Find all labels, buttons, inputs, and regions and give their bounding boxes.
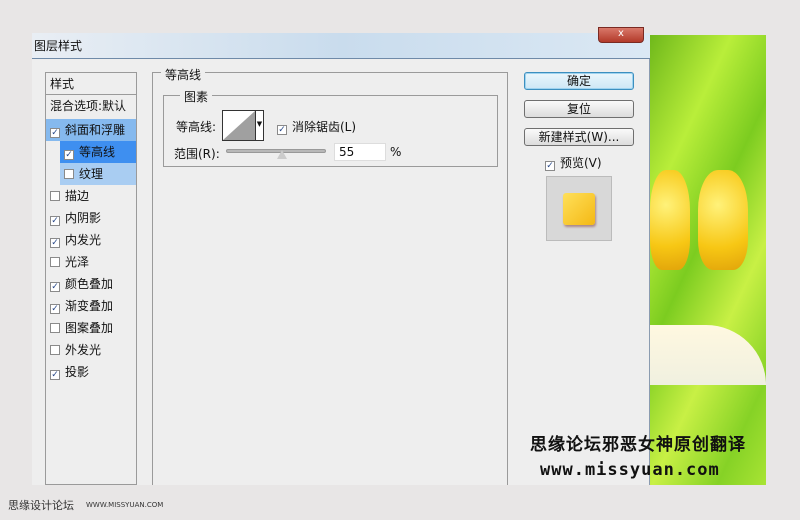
checkbox[interactable]: ✓ bbox=[50, 282, 60, 292]
footer-url: WWW.MISSYUAN.COM bbox=[86, 501, 164, 509]
watermark-url: www.missyuan.com bbox=[540, 460, 720, 480]
cream-shape bbox=[650, 325, 766, 385]
ok-button[interactable]: 确定 bbox=[524, 72, 634, 90]
checkbox[interactable] bbox=[50, 323, 60, 333]
style-item-drop-shadow[interactable]: ✓ 投影 bbox=[46, 361, 136, 383]
antialias-label: 消除锯齿(L) bbox=[292, 120, 357, 134]
preview-checkbox[interactable]: ✓ 预览(V) bbox=[545, 154, 602, 171]
reset-button[interactable]: 复位 bbox=[524, 100, 634, 118]
range-label: 范围(R): bbox=[174, 147, 220, 161]
style-item-bevel-emboss[interactable]: ✓ 斜面和浮雕 bbox=[46, 119, 136, 141]
style-label: 外发光 bbox=[65, 343, 102, 357]
dialog-title: 图层样式 bbox=[34, 39, 83, 53]
checkbox[interactable] bbox=[50, 191, 60, 201]
checkbox[interactable] bbox=[64, 169, 74, 179]
style-item-color-overlay[interactable]: ✓ 颜色叠加 bbox=[46, 273, 136, 295]
preview-label: 预览(V) bbox=[560, 156, 602, 170]
subgroup-title: 图素 bbox=[180, 88, 213, 105]
yellow-letter bbox=[650, 170, 690, 270]
style-item-outer-glow[interactable]: 外发光 bbox=[46, 339, 136, 361]
style-item-gradient-overlay[interactable]: ✓ 渐变叠加 bbox=[46, 295, 136, 317]
antialias-checkbox[interactable]: ✓ 消除锯齿(L) bbox=[277, 118, 356, 135]
range-unit: % bbox=[390, 145, 402, 159]
style-label: 图案叠加 bbox=[65, 321, 114, 335]
dropdown-arrow-icon[interactable]: ▼ bbox=[255, 111, 263, 140]
group-title: 等高线 bbox=[161, 66, 206, 83]
checkbox[interactable]: ✓ bbox=[50, 216, 60, 226]
title-bar[interactable]: 图层样式 x bbox=[32, 27, 650, 59]
checkbox[interactable] bbox=[50, 345, 60, 355]
blending-options[interactable]: 混合选项:默认 bbox=[46, 95, 136, 117]
slider-thumb[interactable] bbox=[277, 150, 287, 159]
checkbox[interactable]: ✓ bbox=[277, 125, 287, 135]
checkbox[interactable]: ✓ bbox=[64, 150, 74, 160]
style-label: 颜色叠加 bbox=[65, 277, 114, 291]
range-input[interactable]: 55 bbox=[334, 143, 386, 161]
style-label: 渐变叠加 bbox=[65, 299, 114, 313]
checkbox[interactable]: ✓ bbox=[50, 304, 60, 314]
close-button[interactable]: x bbox=[598, 27, 644, 43]
canvas-preview-image bbox=[650, 35, 766, 485]
checkbox[interactable]: ✓ bbox=[545, 161, 555, 171]
style-item-inner-glow[interactable]: ✓ 内发光 bbox=[46, 229, 136, 251]
range-slider[interactable] bbox=[226, 149, 326, 159]
style-item-texture[interactable]: 纹理 bbox=[60, 163, 136, 185]
style-label: 描边 bbox=[65, 189, 90, 203]
style-preview-swatch bbox=[546, 176, 612, 241]
style-item-pattern-overlay[interactable]: 图案叠加 bbox=[46, 317, 136, 339]
style-label: 内发光 bbox=[65, 233, 102, 247]
style-label: 投影 bbox=[65, 365, 90, 379]
checkbox[interactable]: ✓ bbox=[50, 238, 60, 248]
styles-header[interactable]: 样式 bbox=[46, 73, 136, 95]
style-item-stroke[interactable]: 描边 bbox=[46, 185, 136, 207]
elements-group: 图素 等高线: ▼ ✓ 消除锯齿(L) 范围(R): 55 % bbox=[163, 88, 498, 167]
checkbox[interactable] bbox=[50, 257, 60, 267]
contour-panel: 等高线 图素 等高线: ▼ ✓ 消除锯齿(L) 范围(R): 55 % bbox=[152, 66, 508, 485]
style-label: 内阴影 bbox=[65, 211, 102, 225]
contour-curve-icon bbox=[223, 111, 255, 140]
yellow-letter bbox=[698, 170, 748, 270]
style-item-contour[interactable]: ✓ 等高线 bbox=[60, 141, 136, 163]
style-item-satin[interactable]: 光泽 bbox=[46, 251, 136, 273]
checkbox[interactable]: ✓ bbox=[50, 370, 60, 380]
style-item-inner-shadow[interactable]: ✓ 内阴影 bbox=[46, 207, 136, 229]
style-label: 光泽 bbox=[65, 255, 90, 269]
preview-square bbox=[563, 193, 595, 225]
footer-site: 思缘设计论坛 bbox=[8, 499, 74, 512]
contour-picker[interactable]: ▼ bbox=[222, 110, 264, 141]
style-label: 纹理 bbox=[79, 167, 104, 181]
style-label: 斜面和浮雕 bbox=[65, 123, 126, 137]
watermark-title: 思缘论坛邪恶女神原创翻译 bbox=[530, 435, 746, 455]
checkbox[interactable]: ✓ bbox=[50, 128, 60, 138]
style-list: 样式 混合选项:默认 ✓ 斜面和浮雕 ✓ 等高线 纹理 描边 ✓ 内阴影 ✓ 内发光 光… bbox=[45, 72, 137, 485]
new-style-button[interactable]: 新建样式(W)... bbox=[524, 128, 634, 146]
style-label: 等高线 bbox=[79, 145, 116, 159]
contour-label: 等高线: bbox=[176, 120, 217, 134]
